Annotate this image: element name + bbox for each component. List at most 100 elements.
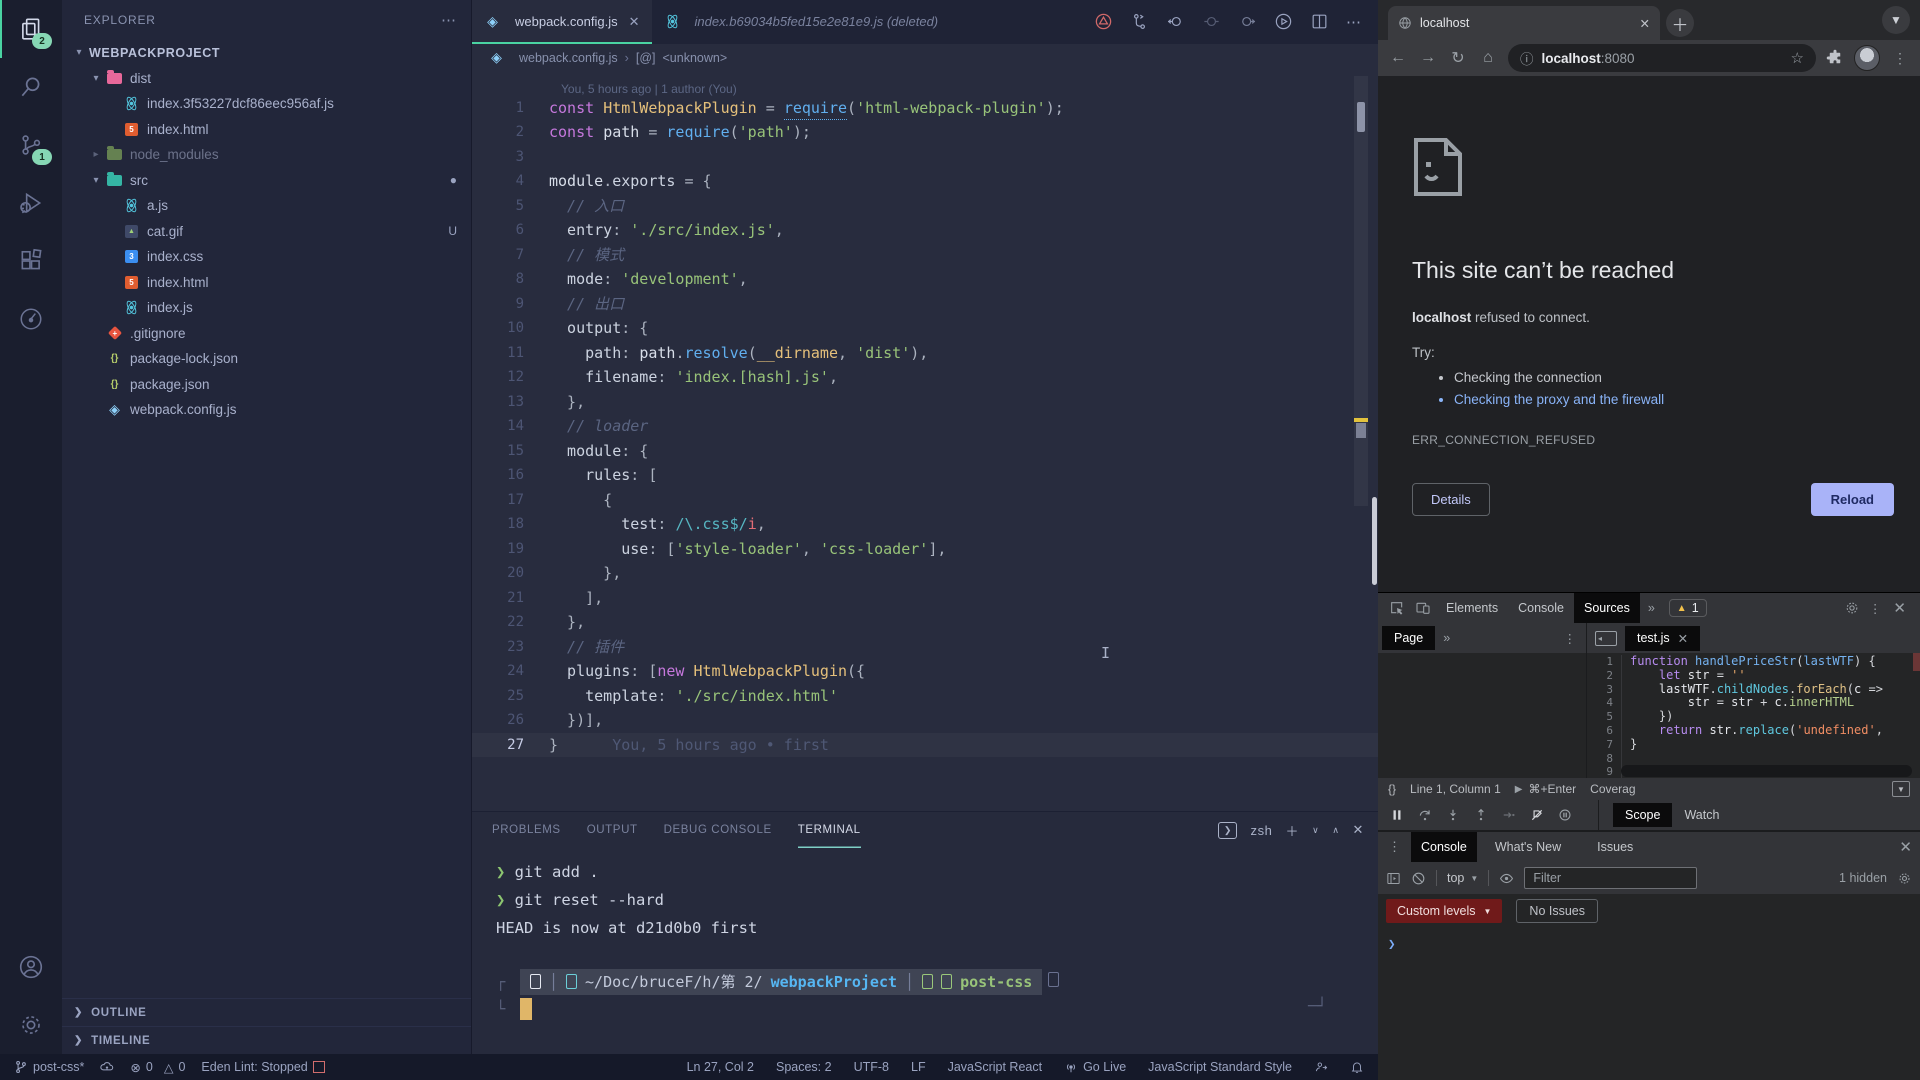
overflow-dropdown-icon[interactable]: ▼ — [1892, 781, 1910, 797]
cursor-position[interactable]: Ln 27, Col 2 — [687, 1060, 754, 1074]
address-bar[interactable]: ⓘ localhost:8080 ☆ — [1508, 44, 1816, 72]
site-info-icon[interactable]: ⓘ — [1520, 48, 1534, 68]
maximize-panel-icon[interactable]: ∧ — [1332, 825, 1339, 836]
collapse-sidebar-icon[interactable]: ◂ — [1595, 631, 1617, 646]
red-knot-icon[interactable] — [1094, 12, 1113, 31]
window-chevron-button[interactable]: ▼ — [1882, 6, 1910, 34]
extensions-puzzle-icon[interactable] — [1826, 49, 1844, 67]
account-icon[interactable] — [0, 938, 62, 996]
warnings-badge[interactable]: ▲1 — [1669, 599, 1707, 617]
tab-webpack-config[interactable]: ◈ webpack.config.js ✕ — [472, 0, 652, 44]
indentation[interactable]: Spaces: 2 — [776, 1060, 832, 1074]
forward-icon[interactable]: → — [1418, 49, 1438, 67]
new-tab-button[interactable]: ＋ — [1666, 9, 1694, 37]
step-out-icon[interactable] — [1474, 808, 1488, 822]
custom-levels-dropdown[interactable]: Custom levels ▼ — [1386, 899, 1502, 923]
settings-gear-icon[interactable] — [0, 996, 62, 1054]
chrome-tab-localhost[interactable]: localhost ✕ — [1388, 6, 1660, 40]
scrollbar-thumb[interactable] — [1357, 102, 1365, 132]
details-button[interactable]: Details — [1412, 483, 1490, 516]
tab-terminal[interactable]: TERMINAL — [798, 812, 861, 848]
branch-status-item[interactable]: post-css* — [14, 1060, 84, 1074]
outline-section[interactable]: ❯OUTLINE — [62, 998, 471, 1026]
language-mode[interactable]: JavaScript React — [948, 1060, 1042, 1074]
close-tab-icon[interactable]: ✕ — [1640, 16, 1650, 31]
tree-item-.gitignore[interactable]: +.gitignore — [62, 321, 471, 347]
inspect-element-icon[interactable] — [1384, 600, 1410, 616]
tab-deleted-file[interactable]: index.b69034b5fed15e2e81e9.js (deleted) — [652, 0, 951, 44]
timeline-section[interactable]: ❯TIMELINE — [62, 1026, 471, 1054]
devtools-tab-elements[interactable]: Elements — [1436, 593, 1508, 623]
console-settings-gear-icon[interactable] — [1897, 871, 1912, 886]
tree-item-index.3f53227dcf86eec956af.js[interactable]: index.3f53227dcf86eec956af.js — [62, 91, 471, 117]
watch-tab[interactable]: Watch — [1672, 803, 1731, 827]
git-graph-icon[interactable] — [1130, 12, 1149, 31]
shell-name[interactable]: zsh — [1250, 823, 1272, 838]
tab-problems[interactable]: PROBLEMS — [492, 812, 561, 848]
tree-item-dist[interactable]: ▾dist — [62, 66, 471, 92]
source-file-tab[interactable]: test.js ✕ — [1625, 626, 1700, 651]
no-issues-badge[interactable]: No Issues — [1516, 899, 1598, 923]
pause-icon[interactable] — [1390, 808, 1404, 822]
code-editor[interactable]: You, 5 hours ago | 1 author (You) 1const… — [472, 72, 1378, 811]
device-toolbar-icon[interactable] — [1410, 600, 1436, 616]
scope-tab[interactable]: Scope — [1613, 803, 1672, 827]
current-change-icon[interactable] — [1202, 12, 1221, 31]
breadcrumb[interactable]: ◈ webpack.config.js › [@] <unknown> — [472, 44, 1378, 72]
codelens-annotation[interactable]: You, 5 hours ago | 1 author (You) — [472, 72, 1378, 96]
terminal-dropdown-icon[interactable]: ∨ — [1312, 825, 1319, 836]
split-editor-icon[interactable] — [1310, 12, 1329, 31]
devtools-tab-console[interactable]: Console — [1508, 593, 1574, 623]
home-icon[interactable]: ⌂ — [1478, 49, 1498, 67]
step-into-icon[interactable] — [1446, 808, 1460, 822]
editor-scrollbar[interactable] — [1354, 76, 1368, 506]
encoding[interactable]: UTF-8 — [854, 1060, 889, 1074]
extension-circle-activity-icon[interactable] — [0, 290, 62, 348]
problems-status-item[interactable]: ⊗ 0 △ 0 — [130, 1060, 185, 1075]
more-tabs-icon[interactable]: » — [1640, 601, 1663, 615]
lint-status-item[interactable]: Eden Lint: Stopped — [201, 1060, 324, 1074]
more-navigator-tabs-icon[interactable]: » — [1435, 631, 1458, 645]
extensions-activity-icon[interactable] — [0, 232, 62, 290]
navigator-menu-icon[interactable]: ⋮ — [1564, 631, 1587, 646]
run-debug-activity-icon[interactable] — [0, 174, 62, 232]
tree-item-webpack.config.js[interactable]: ◈webpack.config.js — [62, 397, 471, 423]
close-panel-icon[interactable]: ✕ — [1353, 822, 1365, 838]
pause-on-exceptions-icon[interactable] — [1558, 808, 1572, 822]
bookmark-star-icon[interactable]: ☆ — [1791, 49, 1804, 67]
profile-avatar[interactable] — [1854, 45, 1880, 71]
pretty-print-icon[interactable]: {} — [1388, 782, 1396, 796]
console-sidebar-icon[interactable] — [1386, 871, 1401, 886]
search-activity-icon[interactable] — [0, 58, 62, 116]
more-actions-icon[interactable]: ⋯ — [1346, 13, 1362, 31]
close-devtools-icon[interactable]: ✕ — [1885, 599, 1914, 617]
navigator-tab-page[interactable]: Page — [1382, 626, 1435, 650]
back-icon[interactable]: ← — [1388, 49, 1408, 67]
console-prompt[interactable]: ❯ — [1378, 928, 1920, 1080]
tree-item-node_modules[interactable]: ▸node_modules — [62, 142, 471, 168]
tab-output[interactable]: OUTPUT — [587, 812, 638, 848]
tree-item-src[interactable]: ▾src● — [62, 168, 471, 194]
new-terminal-icon[interactable]: ＋ — [1286, 821, 1300, 840]
tree-item-package-lock.json[interactable]: {}package-lock.json — [62, 346, 471, 372]
tree-item-index.css[interactable]: 3index.css — [62, 244, 471, 270]
reload-button[interactable]: Reload — [1811, 483, 1894, 516]
next-change-icon[interactable] — [1238, 12, 1257, 31]
explorer-more-actions[interactable]: ⋯ — [441, 11, 457, 29]
live-expression-eye-icon[interactable] — [1499, 871, 1514, 886]
deactivate-breakpoints-icon[interactable] — [1530, 808, 1544, 822]
source-code-pane[interactable]: 1function handlePriceStr(lastWTF) {2 let… — [1587, 653, 1920, 778]
tree-item-index.html[interactable]: 5index.html — [62, 270, 471, 296]
notifications-bell-icon[interactable] — [1350, 1060, 1364, 1074]
explorer-activity-icon[interactable]: 2 — [0, 0, 62, 58]
issues-tab[interactable]: Issues — [1587, 832, 1643, 862]
tree-item-a.js[interactable]: a.js — [62, 193, 471, 219]
console-tab[interactable]: Console — [1411, 832, 1477, 862]
close-icon[interactable]: ✕ — [629, 14, 640, 30]
close-file-icon[interactable]: ✕ — [1678, 631, 1688, 646]
horizontal-scrollbar[interactable] — [1621, 765, 1912, 777]
scrollbar-thumb-secondary[interactable] — [1356, 423, 1366, 438]
reload-icon[interactable]: ↻ — [1448, 48, 1468, 68]
devtools-settings-gear-icon[interactable] — [1839, 600, 1865, 616]
tree-item-index.html[interactable]: 5index.html — [62, 117, 471, 143]
